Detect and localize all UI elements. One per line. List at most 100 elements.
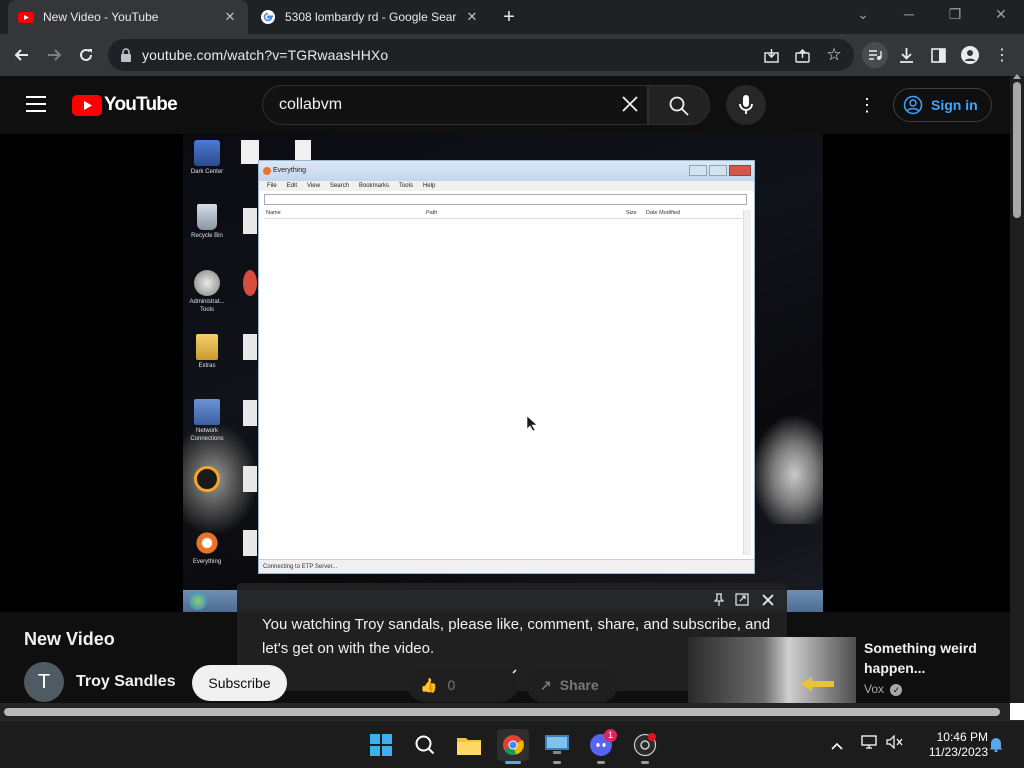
windows-orb-icon[interactable]	[189, 592, 207, 610]
menu-tools[interactable]: Tools	[399, 181, 413, 191]
minimize-icon[interactable]: ─	[899, 6, 919, 22]
scroll-corner	[1008, 703, 1024, 720]
settings-kebab-icon[interactable]: ⋮	[858, 95, 876, 116]
share-button[interactable]: ↗ Share	[526, 668, 618, 702]
window-menu-bar: File Edit View Search Bookmarks Tools He…	[259, 181, 754, 191]
subscribe-button[interactable]: Subscribe	[192, 665, 287, 701]
hamburger-menu-icon[interactable]	[26, 96, 46, 112]
chrome-taskbar-icon[interactable]	[497, 729, 529, 764]
maximize-icon[interactable]	[709, 165, 727, 176]
desktop-icon-dark-center[interactable]: Dark Center	[183, 140, 231, 176]
back-arrow-icon[interactable]	[11, 44, 33, 66]
desktop-icon-network[interactable]: Network Connections	[183, 399, 231, 443]
menu-file[interactable]: File	[267, 181, 277, 191]
desktop-icon-label: Network Connections	[190, 428, 224, 442]
video-player[interactable]: Dark Center Recycle Bin Administrat... T…	[0, 134, 1010, 612]
recommended-title[interactable]: Something weird happen...	[864, 638, 1004, 678]
obs-icon[interactable]	[629, 729, 661, 764]
menu-edit[interactable]: Edit	[287, 181, 297, 191]
window-close-icon[interactable]: ✕	[991, 6, 1011, 23]
results-scrollbar[interactable]	[743, 210, 751, 555]
menu-view[interactable]: View	[307, 181, 320, 191]
download-icon[interactable]	[895, 44, 917, 66]
system-clock[interactable]: 10:46 PM 11/23/2023	[912, 730, 988, 760]
scroll-up-arrow-icon[interactable]	[1013, 74, 1021, 79]
forward-arrow-icon[interactable]	[43, 44, 65, 66]
desktop-icon-extras[interactable]: Extras	[183, 334, 231, 370]
menu-help[interactable]: Help	[423, 181, 435, 191]
menu-search[interactable]: Search	[330, 181, 349, 191]
horizontal-scrollbar[interactable]	[0, 703, 1010, 720]
file-icon	[243, 400, 257, 426]
install-app-icon[interactable]	[760, 44, 782, 66]
tab-google-search[interactable]: 5308 lombardy rd - Google Sear ✕	[250, 0, 490, 34]
arrow-left-icon	[800, 677, 834, 691]
show-hidden-icons-chevron-icon[interactable]	[831, 737, 843, 755]
status-text: Connecting to ETP Server...	[263, 564, 338, 570]
search-button[interactable]	[648, 85, 710, 125]
desktop-icon-admin-tools[interactable]: Administrat... Tools	[183, 270, 231, 314]
tab-search-chevron-icon[interactable]: ⌄	[853, 6, 873, 23]
tab-youtube[interactable]: New Video - YouTube ✕	[8, 0, 248, 34]
clouds-wallpaper	[751, 414, 823, 524]
desktop-icon-recycle-bin[interactable]: Recycle Bin	[183, 204, 231, 240]
search-input[interactable]: collabvm	[279, 96, 342, 114]
menu-bookmarks[interactable]: Bookmarks	[359, 181, 389, 191]
horizontal-scroll-thumb[interactable]	[4, 708, 1000, 716]
vertical-scrollbar[interactable]	[1010, 74, 1024, 703]
remote-desktop-icon[interactable]	[541, 729, 573, 764]
popout-icon[interactable]	[735, 593, 749, 611]
column-size[interactable]: Size	[626, 210, 637, 216]
column-name[interactable]: Name	[266, 210, 281, 216]
search-box[interactable]: collabvm	[262, 85, 648, 125]
sign-in-button[interactable]: Sign in	[893, 88, 992, 122]
youtube-logo[interactable]: YouTube	[72, 93, 178, 117]
chrome-menu-icon[interactable]: ⋮	[991, 44, 1013, 66]
close-icon[interactable]	[729, 165, 751, 176]
column-path[interactable]: Path	[426, 210, 437, 216]
pin-icon[interactable]	[713, 593, 725, 611]
youtube-favicon-icon	[18, 12, 34, 23]
channel-avatar[interactable]: T	[24, 662, 64, 702]
lock-icon[interactable]	[120, 48, 132, 62]
discord-icon[interactable]: 1	[585, 729, 617, 764]
everything-search-field[interactable]	[264, 194, 747, 205]
like-button[interactable]: 👍 0	[408, 668, 518, 702]
account-circle-icon	[903, 95, 923, 115]
window-title-bar[interactable]: Everything	[259, 161, 754, 181]
thumbs-up-icon: 👍	[420, 676, 438, 693]
notification-bell-icon[interactable]	[989, 736, 1003, 757]
reload-icon[interactable]	[75, 44, 97, 66]
side-panel-icon[interactable]	[927, 44, 949, 66]
like-count: 0	[447, 677, 456, 693]
file-explorer-icon[interactable]	[453, 729, 485, 761]
restore-icon[interactable]: ❐	[945, 6, 965, 23]
sign-in-label: Sign in	[931, 97, 978, 113]
clear-search-icon[interactable]	[621, 95, 639, 118]
sound-muted-icon[interactable]	[886, 734, 904, 754]
bookmark-star-icon[interactable]: ☆	[823, 44, 845, 66]
desktop-icon-everything[interactable]: Everything	[183, 530, 231, 566]
media-controls-icon[interactable]	[862, 42, 888, 68]
recommended-video[interactable]: Something weird happen... Vox ✓	[688, 637, 1010, 703]
recommended-thumbnail[interactable]	[688, 637, 856, 703]
profile-icon[interactable]	[959, 44, 981, 66]
minimize-icon[interactable]	[689, 165, 707, 176]
running-app-indicator	[597, 761, 605, 764]
windows-start-icon[interactable]	[365, 729, 397, 761]
everything-app-window[interactable]: Everything File Edit View Search Bookmar…	[258, 160, 755, 574]
taskbar-search-icon[interactable]	[409, 729, 441, 761]
recommended-channel-name: Vox	[864, 682, 885, 696]
close-tab-icon[interactable]: ✕	[222, 9, 238, 25]
desktop-icon-label: Administrat... Tools	[189, 299, 225, 313]
share-icon[interactable]	[791, 44, 813, 66]
voice-search-button[interactable]	[726, 85, 766, 125]
channel-name[interactable]: Troy Sandles	[76, 673, 176, 691]
vertical-scroll-thumb[interactable]	[1013, 82, 1021, 218]
address-bar[interactable]: youtube.com/watch?v=TGRwaasHHXo ☆	[108, 39, 854, 71]
display-icon[interactable]	[861, 735, 877, 754]
close-tab-icon[interactable]: ✕	[464, 9, 480, 25]
close-caption-icon[interactable]	[762, 593, 774, 611]
new-tab-icon[interactable]: +	[498, 7, 520, 27]
column-date-modified[interactable]: Date Modified	[646, 210, 680, 216]
